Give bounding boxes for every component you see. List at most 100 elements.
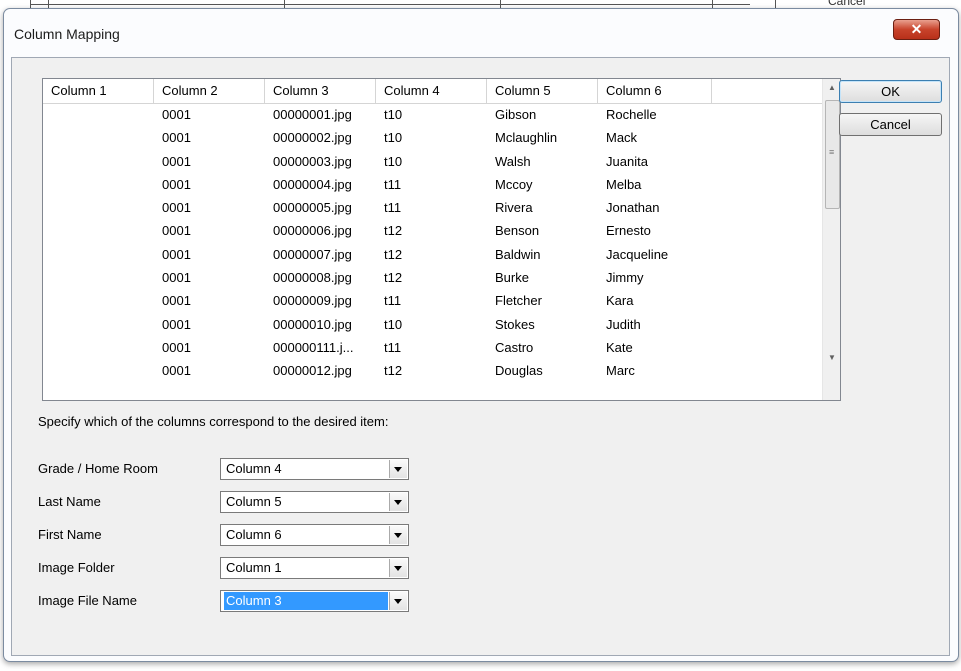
scrollbar-thumb[interactable]: ≡ [825,100,840,209]
cell-column-3: 00000008.jpg [273,270,352,286]
dropdown-arrow-icon[interactable] [389,493,407,511]
table-row[interactable]: VOL10001000000111.j...t11CastroKate [43,336,822,359]
cell-column-5: Mccoy [495,176,533,192]
cell-column-5: Baldwin [495,246,541,262]
table-row[interactable]: VOL1000100000002.jpgt10MclaughlinMack [43,126,822,149]
dropdown-arrow-icon[interactable] [389,592,407,610]
cell-column-3: 00000010.jpg [273,316,352,332]
cell-column-6: Jacqueline [606,246,669,262]
dropdown-arrow-icon[interactable] [389,559,407,577]
mapping-label: Image File Name [38,593,137,608]
cell-column-6: Marc [606,363,635,379]
table-row[interactable]: VOL1000100000006.jpgt12BensonErnesto [43,219,822,242]
cell-column-4: t10 [384,130,403,146]
combobox-value: Column 3 [224,592,388,610]
cell-column-2: 0001 [162,246,191,262]
table-row[interactable]: VOL1000100000010.jpgt10StokesJudith [43,313,822,336]
cell-column-5: Fletcher [495,293,542,309]
scroll-down-arrow-icon[interactable]: ▼ [823,349,840,367]
mapping-combobox[interactable]: Column 5 [220,491,409,513]
mapping-label: First Name [38,527,102,542]
cell-column-6: Kate [606,339,633,355]
cell-column-4: t10 [384,107,403,122]
cell-column-4: t12 [384,246,403,262]
dialog-title: Column Mapping [14,26,120,42]
column-preview-list[interactable]: Column 1 Column 2 Column 3 Column 4 Colu… [42,78,841,401]
cell-column-6: Ernesto [606,223,651,239]
cell-column-5: Stokes [495,316,535,332]
list-rows: VOL1000100000001.jpgt10GibsonRochelle VOL… [43,103,822,383]
column-header-4[interactable]: Column 4 [376,79,487,103]
scrollbar-grip-icon: ≡ [829,147,835,157]
cell-column-5: Rivera [495,200,533,216]
combobox-value: Column 4 [226,461,282,476]
table-row[interactable]: VOL1000100000012.jpgt12DouglasMarc [43,359,822,382]
background-divider [30,4,750,5]
cell-column-2: 0001 [162,339,191,355]
mapping-combobox[interactable]: Column 3 [220,590,409,612]
column-header-3[interactable]: Column 3 [265,79,376,103]
list-header: Column 1 Column 2 Column 3 Column 4 Colu… [43,79,822,104]
mapping-combobox[interactable]: Column 1 [220,557,409,579]
mapping-combobox[interactable]: Column 4 [220,458,409,480]
cell-column-2: 0001 [162,223,191,239]
cell-column-2: 0001 [162,293,191,309]
cell-column-6: Melba [606,176,642,192]
cell-column-5: Burke [495,270,529,286]
cell-column-5: Benson [495,223,540,239]
background-cancel-label: Cancel [828,0,866,8]
mapping-label: Last Name [38,494,101,509]
dialog-client-area: Column 1 Column 2 Column 3 Column 4 Colu… [11,57,950,656]
cell-column-4: t12 [384,223,403,239]
close-button[interactable]: ✕ [893,19,940,40]
cell-column-6: Kara [606,293,634,309]
cell-column-5: Walsh [495,153,531,169]
cell-column-4: t12 [384,363,403,379]
cell-column-4: t11 [384,339,402,355]
cell-column-3: 00000002.jpg [273,130,352,146]
cell-column-3: 00000007.jpg [273,246,352,262]
mapping-label: Image Folder [38,560,115,575]
column-header-1[interactable]: Column 1 [43,79,154,103]
cell-column-2: 0001 [162,107,191,122]
close-icon: ✕ [910,21,923,37]
cell-column-3: 00000006.jpg [273,223,352,239]
table-row[interactable]: VOL1000100000008.jpgt12BurkeJimmy [43,266,822,289]
cell-column-6: Rochelle [606,107,657,122]
cell-column-2: 0001 [162,316,191,332]
cell-column-2: 0001 [162,270,191,286]
cell-column-3: 00000005.jpg [273,200,352,216]
table-row[interactable]: VOL1000100000009.jpgt11FletcherKara [43,289,822,312]
cell-column-4: t10 [384,316,403,332]
combobox-value: Column 6 [226,527,282,542]
instruction-text: Specify which of the columns correspond … [38,414,389,429]
dropdown-arrow-icon[interactable] [389,526,407,544]
column-header-filler [712,79,822,103]
combobox-value: Column 1 [226,560,282,575]
table-row[interactable]: VOL1000100000007.jpgt12BaldwinJacqueline [43,243,822,266]
mapping-label: Grade / Home Room [38,461,158,476]
column-header-2[interactable]: Column 2 [154,79,265,103]
cell-column-2: 0001 [162,200,191,216]
cell-column-4: t11 [384,176,402,192]
cell-column-6: Jimmy [606,270,644,286]
cell-column-2: 0001 [162,153,191,169]
mapping-combobox[interactable]: Column 6 [220,524,409,546]
ok-button[interactable]: OK [839,80,942,103]
column-header-6[interactable]: Column 6 [598,79,712,103]
table-row[interactable]: VOL1000100000004.jpgt11MccoyMelba [43,173,822,196]
cell-column-6: Jonathan [606,200,660,216]
cell-column-4: t12 [384,270,403,286]
table-row[interactable]: VOL1000100000003.jpgt10WalshJuanita [43,150,822,173]
cell-column-3: 00000004.jpg [273,176,352,192]
dropdown-arrow-icon[interactable] [389,460,407,478]
cell-column-4: t11 [384,200,402,216]
cell-column-3: 00000012.jpg [273,363,352,379]
column-header-5[interactable]: Column 5 [487,79,598,103]
cell-column-3: 00000003.jpg [273,153,352,169]
table-row[interactable]: VOL1000100000005.jpgt11RiveraJonathan [43,196,822,219]
cancel-button[interactable]: Cancel [839,113,942,136]
cell-column-6: Mack [606,130,638,146]
cell-column-5: Mclaughlin [495,130,558,146]
table-row[interactable]: VOL1000100000001.jpgt10GibsonRochelle [43,103,822,126]
